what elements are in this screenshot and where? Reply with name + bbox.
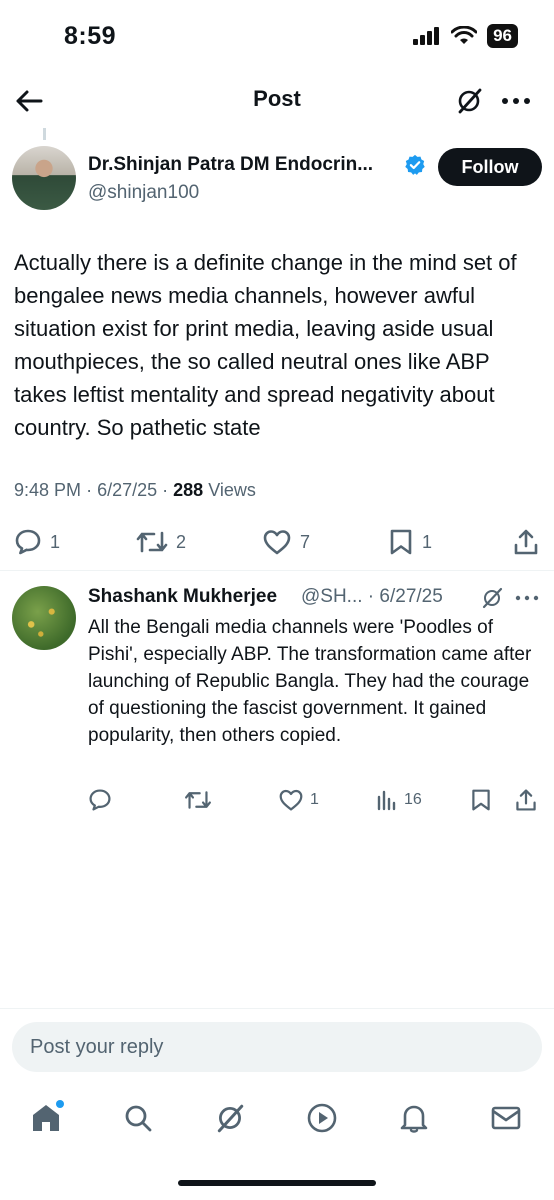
meta-separator: · (86, 480, 98, 500)
more-icon (502, 98, 530, 104)
bottom-tab-bar (0, 1090, 554, 1146)
repost-button[interactable]: 2 (136, 522, 186, 562)
tab-search[interactable] (118, 1098, 158, 1138)
views-count[interactable]: 288 (173, 480, 203, 500)
reply-author-name[interactable]: Shashank Mukherjee (88, 586, 277, 608)
reply-icon (89, 789, 111, 811)
like-button[interactable]: 7 (262, 522, 310, 562)
repost-icon (136, 531, 168, 553)
like-icon (263, 530, 291, 555)
notification-dot (56, 1100, 64, 1108)
post-text: Actually there is a definite change in t… (14, 250, 517, 440)
divider (0, 570, 554, 571)
reply-like-button[interactable]: 1 (278, 784, 319, 816)
post-time: 9:48 PM (14, 480, 82, 500)
home-indicator (178, 1180, 376, 1186)
reply-text: All the Bengali media channels were 'Poo… (88, 617, 532, 746)
signal-icon (413, 27, 440, 45)
reply-views-button[interactable]: 16 (376, 784, 422, 816)
bookmark-button[interactable]: 1 (388, 522, 432, 562)
reply-views-count: 16 (404, 791, 422, 808)
author-handle[interactable]: @shinjan100 (88, 182, 199, 204)
like-icon (279, 789, 303, 811)
reply-icon (15, 529, 41, 555)
more-icon[interactable] (514, 586, 540, 610)
reply-like-count: 1 (310, 791, 319, 808)
reply-avatar[interactable] (12, 586, 76, 650)
play-icon (307, 1103, 337, 1133)
views-label[interactable]: Views (208, 480, 256, 500)
bell-icon (400, 1105, 428, 1133)
like-count: 7 (300, 531, 311, 552)
grok-icon (217, 1104, 244, 1133)
tab-video[interactable] (302, 1098, 342, 1138)
post-date: 6/27/25 (97, 480, 158, 500)
status-bar: 8:59 96 (0, 0, 554, 72)
tab-notifications[interactable] (394, 1098, 434, 1138)
reply-input[interactable]: Post your reply (12, 1022, 542, 1072)
reply-button[interactable]: 1 (14, 522, 60, 562)
status-time: 8:59 (64, 22, 117, 50)
author-name[interactable]: Dr.Shinjan Patra DM Endocrin... (88, 154, 373, 176)
reply-handle-date: @SH... · 6/27/25 (301, 586, 443, 607)
post-author: Dr.Shinjan Patra DM Endocrin... @shinjan… (12, 146, 542, 216)
share-icon (514, 529, 538, 555)
follow-button[interactable]: Follow (438, 148, 542, 186)
reply-actions: 1 16 (0, 784, 554, 816)
verified-icon (405, 154, 425, 175)
meta-separator: · (162, 480, 174, 500)
thread-line (43, 128, 46, 140)
reply-reply-button[interactable] (88, 784, 112, 816)
share-icon (516, 789, 536, 811)
status-icons: 96 (413, 24, 518, 48)
reply-input-placeholder: Post your reply (30, 1035, 164, 1058)
tab-messages[interactable] (486, 1098, 526, 1138)
repost-count: 2 (176, 531, 187, 552)
mail-icon (491, 1106, 521, 1130)
views-icon (377, 790, 396, 811)
battery-indicator: 96 (487, 24, 518, 48)
more-button[interactable] (496, 84, 536, 118)
post-actions: 1 2 7 1 (0, 522, 554, 562)
nav-header: Post (0, 72, 554, 128)
repost-icon (185, 791, 211, 809)
grok-icon[interactable] (480, 586, 504, 610)
share-button[interactable] (512, 522, 540, 562)
tab-home[interactable] (26, 1098, 66, 1138)
tab-grok[interactable] (210, 1098, 250, 1138)
post-meta: 9:48 PM · 6/27/25 · 288 Views (14, 480, 256, 501)
bookmark-icon (472, 789, 490, 811)
bookmark-count: 1 (422, 531, 433, 552)
search-icon (125, 1105, 152, 1132)
reply-share-button[interactable] (514, 784, 538, 816)
author-avatar[interactable] (12, 146, 76, 210)
reply-count: 1 (50, 531, 61, 552)
wifi-icon (451, 26, 478, 44)
grok-icon (458, 88, 482, 114)
bookmark-icon (390, 529, 412, 555)
reply-bookmark-button[interactable] (470, 784, 492, 816)
divider (0, 1008, 554, 1009)
reply-repost-button[interactable] (184, 784, 212, 816)
reply-post[interactable]: Shashank Mukherjee @SH... · 6/27/25 All … (0, 582, 554, 822)
grok-button[interactable] (452, 84, 486, 118)
